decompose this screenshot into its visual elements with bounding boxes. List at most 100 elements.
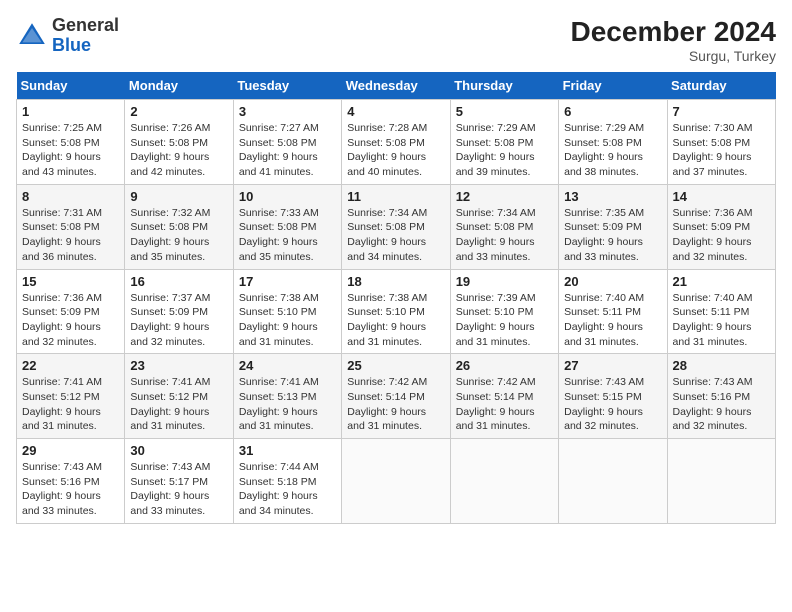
calendar-day: 25 Sunrise: 7:42 AM Sunset: 5:14 PM Dayli… <box>342 354 450 439</box>
day-number: 25 <box>347 358 444 373</box>
day-number: 28 <box>673 358 770 373</box>
day-number: 16 <box>130 274 227 289</box>
calendar-day: 11Sunrise: 7:34 AM Sunset: 5:08 PM Dayli… <box>342 184 450 269</box>
calendar-week: 15 Sunrise: 7:36 AM Sunset: 5:09 PM Dayli… <box>17 269 776 354</box>
calendar-day: 30 Sunrise: 7:43 AM Sunset: 5:17 PM Dayli… <box>125 439 233 524</box>
day-number: 7 <box>673 104 770 119</box>
calendar-day: 22 Sunrise: 7:41 AM Sunset: 5:12 PM Dayli… <box>17 354 125 439</box>
calendar-day <box>342 439 450 524</box>
day-info: Sunrise: 7:39 AM Sunset: 5:10 PM Dayligh… <box>456 291 553 350</box>
day-info: Sunrise: 7:41 AM Sunset: 5:12 PM Dayligh… <box>130 375 227 434</box>
day-info: Sunrise: 7:41 AM Sunset: 5:12 PM Dayligh… <box>22 375 119 434</box>
day-number: 3 <box>239 104 336 119</box>
calendar-day: 29 Sunrise: 7:43 AM Sunset: 5:16 PM Dayli… <box>17 439 125 524</box>
day-info: Sunrise: 7:43 AM Sunset: 5:17 PM Dayligh… <box>130 460 227 519</box>
day-info: Sunrise: 7:26 AM Sunset: 5:08 PM Dayligh… <box>130 121 227 180</box>
day-info: Sunrise: 7:29 AM Sunset: 5:08 PM Dayligh… <box>456 121 553 180</box>
title-block: December 2024 Surgu, Turkey <box>571 16 776 64</box>
logo-blue: Blue <box>52 35 91 55</box>
weekday-header: Thursday <box>450 72 558 100</box>
day-number: 1 <box>22 104 119 119</box>
day-info: Sunrise: 7:33 AM Sunset: 5:08 PM Dayligh… <box>239 206 336 265</box>
calendar-week: 8 Sunrise: 7:31 AM Sunset: 5:08 PM Daylig… <box>17 184 776 269</box>
day-number: 12 <box>456 189 553 204</box>
logo-text: General Blue <box>52 16 119 56</box>
day-info: Sunrise: 7:34 AM Sunset: 5:08 PM Dayligh… <box>347 206 444 265</box>
day-info: Sunrise: 7:30 AM Sunset: 5:08 PM Dayligh… <box>673 121 770 180</box>
calendar-day: 16 Sunrise: 7:37 AM Sunset: 5:09 PM Dayli… <box>125 269 233 354</box>
day-number: 19 <box>456 274 553 289</box>
day-info: Sunrise: 7:42 AM Sunset: 5:14 PM Dayligh… <box>347 375 444 434</box>
day-info: Sunrise: 7:27 AM Sunset: 5:08 PM Dayligh… <box>239 121 336 180</box>
calendar-day <box>450 439 558 524</box>
day-info: Sunrise: 7:43 AM Sunset: 5:16 PM Dayligh… <box>22 460 119 519</box>
day-info: Sunrise: 7:25 AM Sunset: 5:08 PM Dayligh… <box>22 121 119 180</box>
weekday-header: Monday <box>125 72 233 100</box>
day-info: Sunrise: 7:32 AM Sunset: 5:08 PM Dayligh… <box>130 206 227 265</box>
day-number: 22 <box>22 358 119 373</box>
weekday-header: Friday <box>559 72 667 100</box>
day-info: Sunrise: 7:38 AM Sunset: 5:10 PM Dayligh… <box>347 291 444 350</box>
day-info: Sunrise: 7:31 AM Sunset: 5:08 PM Dayligh… <box>22 206 119 265</box>
location: Surgu, Turkey <box>571 48 776 64</box>
day-info: Sunrise: 7:40 AM Sunset: 5:11 PM Dayligh… <box>564 291 661 350</box>
day-number: 29 <box>22 443 119 458</box>
day-info: Sunrise: 7:28 AM Sunset: 5:08 PM Dayligh… <box>347 121 444 180</box>
day-number: 20 <box>564 274 661 289</box>
calendar-day: 9 Sunrise: 7:32 AM Sunset: 5:08 PM Daylig… <box>125 184 233 269</box>
weekday-header: Sunday <box>17 72 125 100</box>
day-info: Sunrise: 7:36 AM Sunset: 5:09 PM Dayligh… <box>22 291 119 350</box>
weekday-header: Wednesday <box>342 72 450 100</box>
day-info: Sunrise: 7:35 AM Sunset: 5:09 PM Dayligh… <box>564 206 661 265</box>
day-info: Sunrise: 7:40 AM Sunset: 5:11 PM Dayligh… <box>673 291 770 350</box>
calendar-day <box>667 439 775 524</box>
calendar-day: 8 Sunrise: 7:31 AM Sunset: 5:08 PM Daylig… <box>17 184 125 269</box>
day-info: Sunrise: 7:34 AM Sunset: 5:08 PM Dayligh… <box>456 206 553 265</box>
day-info: Sunrise: 7:29 AM Sunset: 5:08 PM Dayligh… <box>564 121 661 180</box>
day-number: 31 <box>239 443 336 458</box>
calendar-day: 5 Sunrise: 7:29 AM Sunset: 5:08 PM Daylig… <box>450 100 558 185</box>
month-year: December 2024 <box>571 16 776 48</box>
day-number: 18 <box>347 274 444 289</box>
calendar-day: 19 Sunrise: 7:39 AM Sunset: 5:10 PM Dayli… <box>450 269 558 354</box>
day-info: Sunrise: 7:42 AM Sunset: 5:14 PM Dayligh… <box>456 375 553 434</box>
page-header: General Blue December 2024 Surgu, Turkey <box>16 16 776 64</box>
day-info: Sunrise: 7:36 AM Sunset: 5:09 PM Dayligh… <box>673 206 770 265</box>
day-number: 23 <box>130 358 227 373</box>
day-number: 13 <box>564 189 661 204</box>
calendar-week: 1 Sunrise: 7:25 AM Sunset: 5:08 PM Daylig… <box>17 100 776 185</box>
day-number: 9 <box>130 189 227 204</box>
calendar-day: 14 Sunrise: 7:36 AM Sunset: 5:09 PM Dayli… <box>667 184 775 269</box>
calendar-week: 29 Sunrise: 7:43 AM Sunset: 5:16 PM Dayli… <box>17 439 776 524</box>
calendar-day: 6Sunrise: 7:29 AM Sunset: 5:08 PM Daylig… <box>559 100 667 185</box>
calendar-body: 1 Sunrise: 7:25 AM Sunset: 5:08 PM Daylig… <box>17 100 776 524</box>
calendar-day: 24Sunrise: 7:41 AM Sunset: 5:13 PM Dayli… <box>233 354 341 439</box>
day-number: 27 <box>564 358 661 373</box>
calendar-day: 26 Sunrise: 7:42 AM Sunset: 5:14 PM Dayli… <box>450 354 558 439</box>
calendar-day: 28Sunrise: 7:43 AM Sunset: 5:16 PM Dayli… <box>667 354 775 439</box>
calendar-day: 17Sunrise: 7:38 AM Sunset: 5:10 PM Dayli… <box>233 269 341 354</box>
calendar-header: SundayMondayTuesdayWednesdayThursdayFrid… <box>17 72 776 100</box>
day-number: 21 <box>673 274 770 289</box>
day-number: 30 <box>130 443 227 458</box>
calendar-day: 13 Sunrise: 7:35 AM Sunset: 5:09 PM Dayli… <box>559 184 667 269</box>
day-number: 2 <box>130 104 227 119</box>
day-info: Sunrise: 7:37 AM Sunset: 5:09 PM Dayligh… <box>130 291 227 350</box>
day-number: 8 <box>22 189 119 204</box>
calendar-day: 7 Sunrise: 7:30 AM Sunset: 5:08 PM Daylig… <box>667 100 775 185</box>
calendar-day: 21 Sunrise: 7:40 AM Sunset: 5:11 PM Dayli… <box>667 269 775 354</box>
calendar-day: 31 Sunrise: 7:44 AM Sunset: 5:18 PM Dayli… <box>233 439 341 524</box>
day-number: 10 <box>239 189 336 204</box>
calendar-day: 3 Sunrise: 7:27 AM Sunset: 5:08 PM Daylig… <box>233 100 341 185</box>
day-number: 17 <box>239 274 336 289</box>
calendar-day: 15 Sunrise: 7:36 AM Sunset: 5:09 PM Dayli… <box>17 269 125 354</box>
calendar-day: 23 Sunrise: 7:41 AM Sunset: 5:12 PM Dayli… <box>125 354 233 439</box>
day-info: Sunrise: 7:43 AM Sunset: 5:15 PM Dayligh… <box>564 375 661 434</box>
day-number: 26 <box>456 358 553 373</box>
day-number: 5 <box>456 104 553 119</box>
day-number: 14 <box>673 189 770 204</box>
day-number: 15 <box>22 274 119 289</box>
calendar-day: 4Sunrise: 7:28 AM Sunset: 5:08 PM Daylig… <box>342 100 450 185</box>
logo-icon <box>16 20 48 52</box>
day-info: Sunrise: 7:44 AM Sunset: 5:18 PM Dayligh… <box>239 460 336 519</box>
